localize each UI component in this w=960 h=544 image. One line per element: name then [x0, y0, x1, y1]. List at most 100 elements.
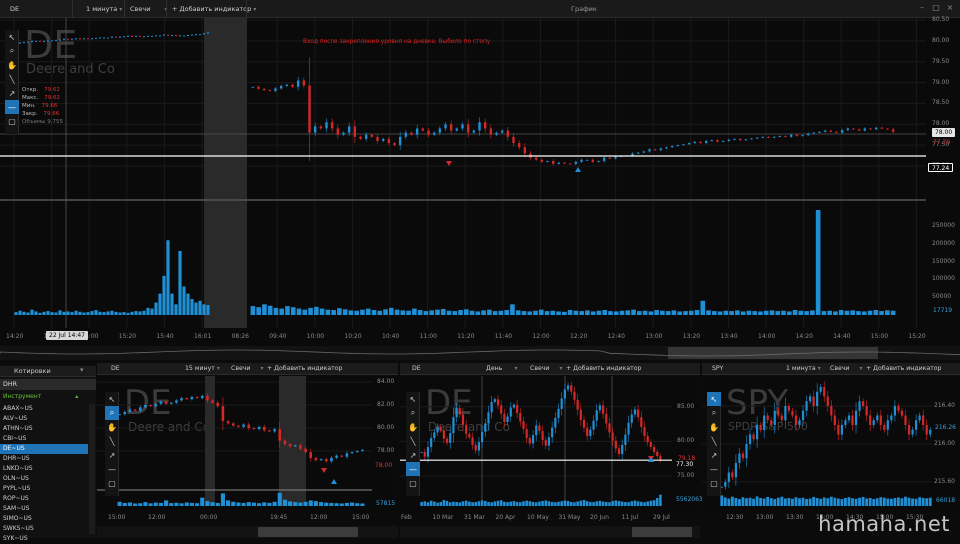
watchlist-item[interactable]: ALV~US [0, 414, 88, 424]
close-icon[interactable]: × [944, 2, 956, 14]
arrow-icon[interactable]: ↗ [105, 448, 119, 462]
zoom-icon[interactable]: ⌕ [406, 406, 420, 420]
cursor-icon[interactable]: ↖ [5, 30, 19, 44]
chevron-down-icon: ▾ [818, 365, 821, 372]
panel3-chart-type[interactable]: Свечи▾ [830, 365, 862, 372]
arrow-icon[interactable]: ↗ [5, 86, 19, 100]
interval-select[interactable]: 1 минута▾ [86, 3, 122, 15]
panel3-volume-bar [848, 497, 851, 506]
panel1-volume-bar [200, 498, 204, 506]
chart-type-select[interactable]: Свечи▾ [130, 3, 167, 15]
main-chart-canvas[interactable] [0, 18, 960, 346]
rectangle-icon[interactable]: ▢ [406, 476, 420, 490]
main-volume-bar [429, 310, 434, 315]
watchlist-item[interactable]: ATHN~US [0, 424, 88, 434]
panel2-chart-type[interactable]: Свечи▾ [530, 365, 562, 372]
panel3-candle [791, 411, 793, 416]
panel2-interval-select[interactable]: День▾ [486, 365, 517, 372]
main-volume-bar [545, 311, 550, 315]
trendline-icon[interactable]: ╲ [406, 434, 420, 448]
main-volume-bar [291, 307, 296, 315]
cursor-icon[interactable]: ↖ [707, 392, 721, 406]
panel2-candle [532, 435, 534, 443]
panel2-candle [459, 408, 461, 414]
panel2-volume-bar [420, 502, 423, 506]
panel3-candle [788, 406, 790, 411]
watchlist-item[interactable]: DHR~US [0, 454, 88, 464]
watchlist-search-input[interactable]: DHR [0, 379, 96, 390]
hand-icon[interactable]: ✋ [707, 420, 721, 434]
watchlist-menu-icon[interactable]: ▾ [80, 366, 84, 374]
panel2-add-indicator[interactable]: + Добавить индикатор [566, 365, 641, 372]
watchlist-item[interactable]: SWKS~US [0, 524, 88, 534]
panel1-volume-bar [252, 503, 256, 506]
watchlist-item[interactable]: PYPL~US [0, 484, 88, 494]
main-candle [654, 149, 656, 150]
panel1-volume-bar [309, 500, 313, 506]
hand-icon[interactable]: ✋ [5, 58, 19, 72]
panel1-chart-type[interactable]: Свечи▾ [231, 365, 263, 372]
panel1-add-indicator[interactable]: + Добавить индикатор [267, 365, 342, 372]
navigator-handle[interactable] [668, 347, 878, 359]
arrow-icon[interactable]: ↗ [707, 448, 721, 462]
main-volume-bar [476, 311, 481, 315]
panel1-candle [129, 410, 132, 412]
cursor-icon[interactable]: ↖ [406, 392, 420, 406]
main-candle [552, 161, 554, 164]
divider [72, 0, 73, 18]
panel2-volume-bar [602, 502, 605, 506]
panel3-volume-bar [720, 495, 723, 506]
divider [166, 0, 167, 18]
panel2-symbol[interactable]: DE [412, 365, 421, 372]
horizontal-line-icon[interactable]: — [105, 462, 119, 476]
add-indicator-button[interactable]: + Добавить индикатор▾ [172, 3, 256, 15]
zoom-icon[interactable]: ⌕ [5, 44, 19, 58]
zoom-icon[interactable]: ⌕ [707, 406, 721, 420]
panel1-candle [289, 444, 292, 446]
symbol-input[interactable]: DE [10, 3, 19, 15]
rectangle-icon[interactable]: ▢ [105, 476, 119, 490]
horizontal-line-icon[interactable]: — [5, 100, 19, 114]
rectangle-icon[interactable]: ▢ [707, 476, 721, 490]
panel1-navigator-handle[interactable] [258, 527, 358, 537]
watchlist-item[interactable]: SYK~US [0, 534, 88, 544]
watchlist-item[interactable]: ABAX~US [0, 404, 88, 414]
panel2-canvas[interactable] [400, 376, 700, 512]
main-candle [665, 147, 667, 148]
panel3-interval-select[interactable]: 1 минута▾ [786, 365, 821, 372]
watchlist-scrollbar[interactable] [89, 404, 95, 534]
watchlist-item[interactable]: ROP~US [0, 494, 88, 504]
watchlist-column-header[interactable]: Инструмент▴ [0, 392, 96, 402]
panel2-navigator-handle[interactable] [632, 527, 692, 537]
trendline-icon[interactable]: ╲ [5, 72, 19, 86]
maximize-icon[interactable]: □ [930, 2, 942, 14]
panel1-canvas[interactable] [97, 376, 398, 512]
horizontal-line-icon[interactable]: — [406, 462, 420, 476]
panel3-canvas[interactable] [702, 376, 960, 512]
panel3-add-indicator[interactable]: + Добавить индикатор [866, 365, 941, 372]
cursor-icon[interactable]: ↖ [105, 392, 119, 406]
panel3-candle [915, 420, 917, 430]
panel1-interval-select[interactable]: 15 минут▾ [185, 365, 220, 372]
main-volume-bar [643, 311, 648, 315]
main-volume-bar [118, 313, 121, 315]
panel2-volume-bar [474, 502, 477, 506]
trendline-icon[interactable]: ╲ [707, 434, 721, 448]
watchlist-item[interactable]: OLN~US [0, 474, 88, 484]
zoom-icon[interactable]: ⌕ [105, 406, 119, 420]
watchlist-item[interactable]: SIMO~US [0, 514, 88, 524]
trendline-icon[interactable]: ╲ [105, 434, 119, 448]
hand-icon[interactable]: ✋ [406, 420, 420, 434]
watchlist-item[interactable]: SAM~US [0, 504, 88, 514]
arrow-icon[interactable]: ↗ [406, 448, 420, 462]
minimize-icon[interactable]: – [916, 2, 928, 14]
panel1-symbol[interactable]: DE [111, 365, 120, 372]
rectangle-icon[interactable]: ▢ [5, 114, 19, 128]
panel3-symbol[interactable]: SPY [712, 365, 723, 372]
watchlist-item[interactable]: CBI~US [0, 434, 88, 444]
hand-icon[interactable]: ✋ [105, 420, 119, 434]
main-volume-bar [510, 304, 515, 315]
horizontal-line-icon[interactable]: — [707, 462, 721, 476]
watchlist-item[interactable]: DE~US [0, 444, 88, 454]
watchlist-item[interactable]: LNKD~US [0, 464, 88, 474]
